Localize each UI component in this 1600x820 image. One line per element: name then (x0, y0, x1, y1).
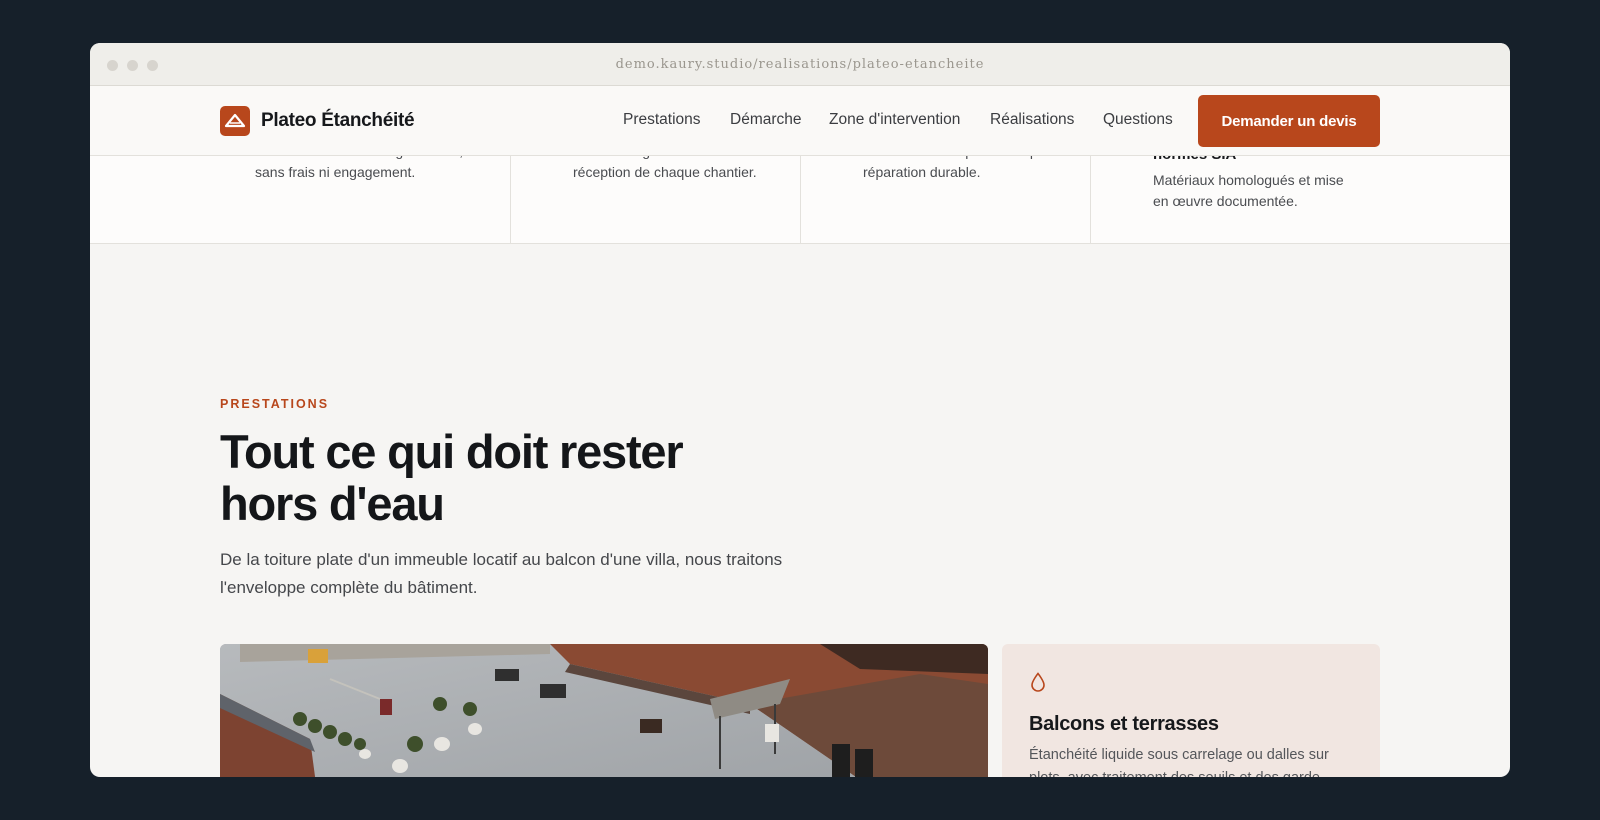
nav-questions[interactable]: Questions (1103, 111, 1173, 129)
nav-prestations[interactable]: Prestations (623, 111, 701, 129)
roof-triangle-icon (220, 106, 250, 136)
nav-zone-intervention[interactable]: Zone d'intervention (829, 111, 960, 129)
address-bar[interactable]: demo.kaury.studio/realisations/plateo-et… (90, 57, 1510, 72)
brand-link[interactable]: Plateo Étanchéité (220, 106, 415, 136)
service-card-balconies[interactable]: Balcons et terrasses Étanchéité liquide … (1002, 644, 1380, 777)
brand-name: Plateo Étanchéité (261, 110, 415, 131)
rooftop-terrace-photo (220, 644, 988, 777)
section-lead: De la toiture plate d'un immeuble locati… (220, 550, 783, 597)
nav-realisations[interactable]: Réalisations (990, 111, 1074, 129)
page-viewport: Visite sur site et chiffrage détaillé, s… (90, 86, 1510, 777)
request-quote-button[interactable]: Demander un devis (1198, 95, 1380, 147)
feature-text: Matériaux homologués et mise en œuvre do… (1153, 172, 1344, 209)
water-drop-icon (1030, 672, 1046, 697)
feature-quote: Visite sur site et chiffrage détaillé, s… (90, 143, 510, 244)
card-description: Étanchéité liquide sous carrelage ou dal… (1029, 747, 1329, 777)
nav-demarche[interactable]: Démarche (730, 111, 802, 129)
feature-emergency: Mise hors d'eau provisoire puis réparati… (800, 143, 1090, 244)
browser-chrome: demo.kaury.studio/realisations/plateo-et… (90, 43, 1510, 86)
features-strip: Visite sur site et chiffrage détaillé, s… (90, 143, 1510, 244)
site-header: Plateo Étanchéité Prestations Démarche Z… (90, 86, 1510, 156)
feature-guarantee: Contrat de garantie remis à la réception… (510, 143, 800, 244)
browser-window: demo.kaury.studio/realisations/plateo-et… (90, 43, 1510, 777)
feature-standards: normes SIA Matériaux homologués et mise … (1090, 146, 1510, 244)
section-eyebrow: PRESTATIONS (220, 397, 330, 411)
card-title: Balcons et terrasses (1029, 713, 1219, 735)
section-title: Tout ce qui doit rester hors d'eau (220, 425, 684, 530)
